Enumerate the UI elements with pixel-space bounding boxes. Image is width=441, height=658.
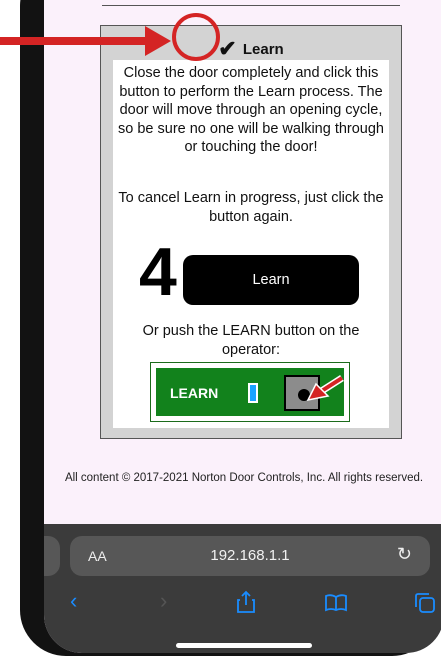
step-number: 4 xyxy=(139,234,177,310)
operator-learn-label: LEARN xyxy=(170,385,219,401)
tabs-icon[interactable] xyxy=(414,592,436,614)
reload-icon[interactable]: ↻ xyxy=(397,544,412,565)
annotation-circle xyxy=(172,13,220,61)
address-bar[interactable]: AA 192.168.1.1 ↻ xyxy=(70,536,430,576)
back-icon[interactable]: ‹ xyxy=(70,588,77,614)
divider xyxy=(102,5,400,6)
panel-content: Close the door completely and click this… xyxy=(113,60,389,428)
led-icon xyxy=(248,383,258,403)
phone-frame: ✔ Learn Close the door completely and cl… xyxy=(20,0,441,656)
url-text[interactable]: 192.168.1.1 xyxy=(70,547,430,564)
operator-panel-illustration: LEARN xyxy=(150,362,350,422)
operator-board: LEARN xyxy=(154,366,346,418)
cancel-instructions: To cancel Learn in progress, just click … xyxy=(118,190,384,225)
learn-instructions: Close the door completely and click this… xyxy=(118,65,384,155)
annotation-arrow xyxy=(0,37,150,45)
checkmark-icon: ✔ xyxy=(218,36,237,61)
pointer-arrow-icon xyxy=(306,375,344,402)
operator-instructions: Or push the LEARN button on the operator… xyxy=(142,323,360,358)
learn-button[interactable]: Learn xyxy=(183,255,359,305)
panel-title-text: Learn xyxy=(242,41,284,58)
previous-tab-peek[interactable] xyxy=(44,536,60,576)
copyright-footer: All content © 2017-2021 Norton Door Cont… xyxy=(64,472,424,484)
share-icon[interactable] xyxy=(236,590,256,614)
learn-panel: ✔ Learn Close the door completely and cl… xyxy=(100,25,402,439)
annotation-arrow-head xyxy=(145,26,171,56)
browser-viewport: ✔ Learn Close the door completely and cl… xyxy=(44,0,441,653)
home-indicator xyxy=(176,643,312,648)
forward-icon[interactable]: › xyxy=(160,588,167,614)
bookmarks-icon[interactable] xyxy=(324,594,348,612)
